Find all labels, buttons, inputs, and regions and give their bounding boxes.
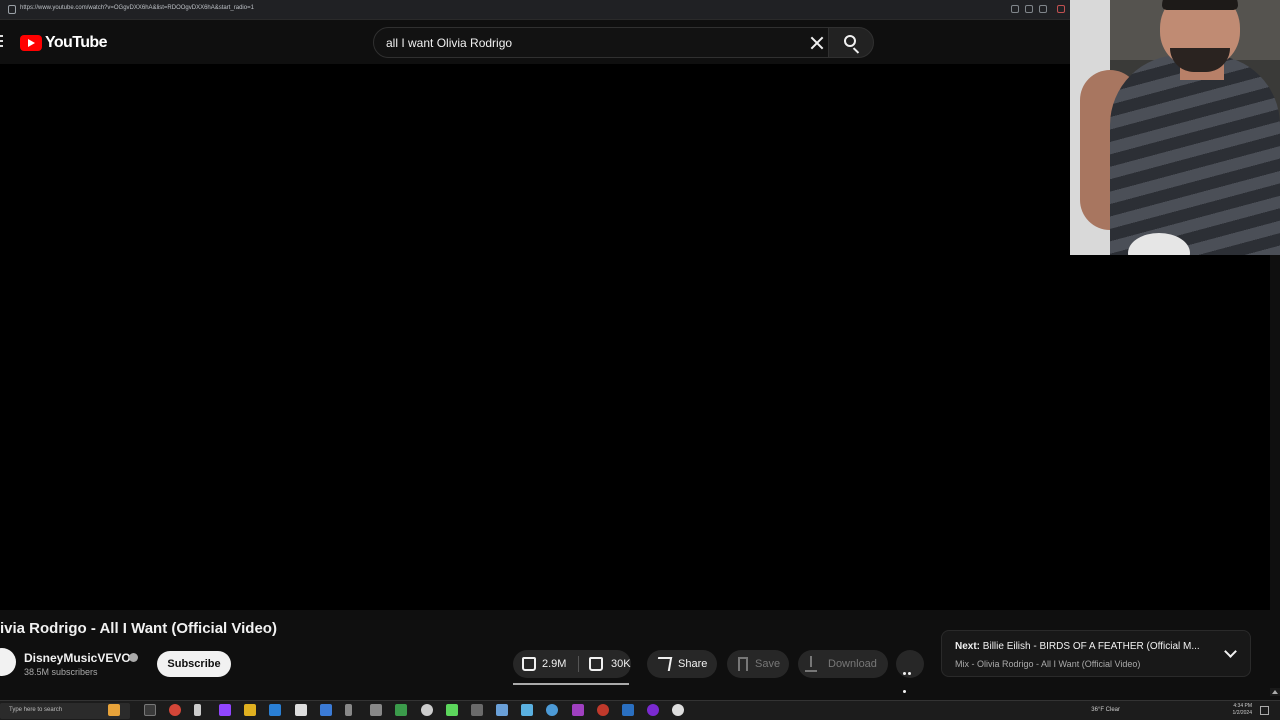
save-label: Save — [755, 658, 781, 670]
lock-icon — [8, 5, 16, 14]
webcam-overlay — [1070, 0, 1280, 255]
bookmark-icon — [738, 657, 748, 671]
download-label: Download — [828, 658, 877, 670]
youtube-header: YouTube all I want Olivia Rodrigo — [0, 20, 1070, 64]
more-actions-button[interactable] — [896, 650, 924, 693]
bookmark-star-icon[interactable] — [1039, 5, 1047, 13]
weather-widget[interactable]: 36°F Clear — [1091, 707, 1120, 713]
clock-time: 4:34 PM — [1233, 703, 1252, 709]
headset-icon[interactable] — [345, 704, 352, 716]
more-icon — [903, 662, 917, 693]
subscriber-count: 38.5M subscribers — [24, 667, 98, 677]
app-icon[interactable] — [647, 704, 659, 716]
clock-date: 1/2/2024 — [1232, 710, 1252, 716]
reader-icon[interactable] — [1011, 5, 1019, 13]
steam-icon[interactable] — [672, 704, 684, 716]
scroll-up-arrow[interactable] — [1270, 688, 1280, 696]
edge-icon[interactable] — [269, 704, 281, 716]
search-input[interactable]: all I want Olivia Rodrigo — [373, 27, 833, 58]
browser-icon[interactable] — [546, 704, 558, 716]
youtube-play-icon — [20, 35, 42, 51]
search-icon — [844, 35, 856, 47]
copilot-icon[interactable] — [108, 704, 120, 716]
chrome-icon[interactable] — [169, 704, 181, 716]
share-label: Share — [678, 658, 708, 670]
opera-icon[interactable] — [597, 704, 609, 716]
photos-icon[interactable] — [521, 704, 533, 716]
share-button[interactable]: Share — [647, 650, 717, 678]
channel-name[interactable]: DisneyMusicVEVO — [24, 651, 131, 665]
notepad-icon[interactable] — [295, 704, 307, 716]
thumbs-up-icon[interactable] — [522, 657, 536, 671]
folder-icon[interactable] — [244, 704, 256, 716]
next-prefix: Next: — [955, 641, 981, 652]
excel-icon[interactable] — [395, 704, 407, 716]
url-text[interactable]: https://www.youtube.com/watch?v=OGgvDXX6… — [20, 5, 254, 11]
system-clock[interactable]: 4:34 PM 1/2/2024 — [1233, 703, 1252, 717]
terminal-icon[interactable] — [471, 704, 483, 716]
browser-address-bar[interactable]: https://www.youtube.com/watch?v=OGgvDXX6… — [0, 0, 1070, 20]
photoshop-icon[interactable] — [622, 704, 634, 716]
dislike-count[interactable]: 30K — [611, 658, 631, 670]
zoom-icon[interactable] — [1025, 5, 1033, 13]
subscribe-button[interactable]: Subscribe — [157, 651, 231, 677]
task-view-icon[interactable] — [144, 704, 156, 716]
download-button[interactable]: Download — [798, 650, 888, 678]
obs-icon[interactable] — [421, 704, 433, 716]
avatar[interactable] — [0, 648, 16, 676]
download-icon — [805, 656, 817, 672]
thumbs-down-icon[interactable] — [589, 657, 603, 671]
close-icon[interactable] — [808, 34, 826, 52]
windows-taskbar: Type here to search 36°F Clear 4:34 PM 1… — [0, 700, 1280, 720]
search-button[interactable] — [828, 27, 874, 58]
next-video-title: Next: Billie Eilish - BIRDS OF A FEATHER… — [955, 641, 1205, 652]
unity-icon[interactable] — [370, 704, 382, 716]
like-count[interactable]: 2.9M — [542, 658, 566, 670]
verified-icon — [129, 653, 138, 662]
like-ratio-bar — [513, 683, 629, 685]
premiere-icon[interactable] — [572, 704, 584, 716]
taskbar-search-placeholder: Type here to search — [9, 707, 63, 713]
youtube-logo[interactable]: YouTube — [20, 34, 107, 52]
mic-icon[interactable] — [194, 704, 201, 716]
extension-icon[interactable] — [1057, 5, 1065, 13]
search-value: all I want Olivia Rodrigo — [386, 36, 513, 50]
save-button[interactable]: Save — [727, 650, 789, 678]
up-next-card[interactable]: Next: Billie Eilish - BIRDS OF A FEATHER… — [941, 630, 1251, 677]
next-mix-subtitle: Mix - Olivia Rodrigo - All I Want (Offic… — [955, 659, 1141, 669]
menu-icon[interactable] — [0, 35, 3, 47]
chevron-down-icon[interactable] — [1224, 645, 1237, 658]
word-icon[interactable] — [320, 704, 332, 716]
like-dislike-group: 2.9M 30K — [513, 650, 631, 685]
logo-text: YouTube — [45, 34, 107, 51]
next-title-text: Billie Eilish - BIRDS OF A FEATHER (Offi… — [982, 641, 1200, 652]
twitch-icon[interactable] — [219, 704, 231, 716]
calculator-icon[interactable] — [496, 704, 508, 716]
screen: https://www.youtube.com/watch?v=OGgvDXX6… — [0, 0, 1280, 720]
spotify-icon[interactable] — [446, 704, 458, 716]
notification-icon[interactable] — [1260, 706, 1269, 715]
video-title: ivia Rodrigo - All I Want (Official Vide… — [0, 620, 277, 637]
share-icon — [655, 657, 673, 671]
